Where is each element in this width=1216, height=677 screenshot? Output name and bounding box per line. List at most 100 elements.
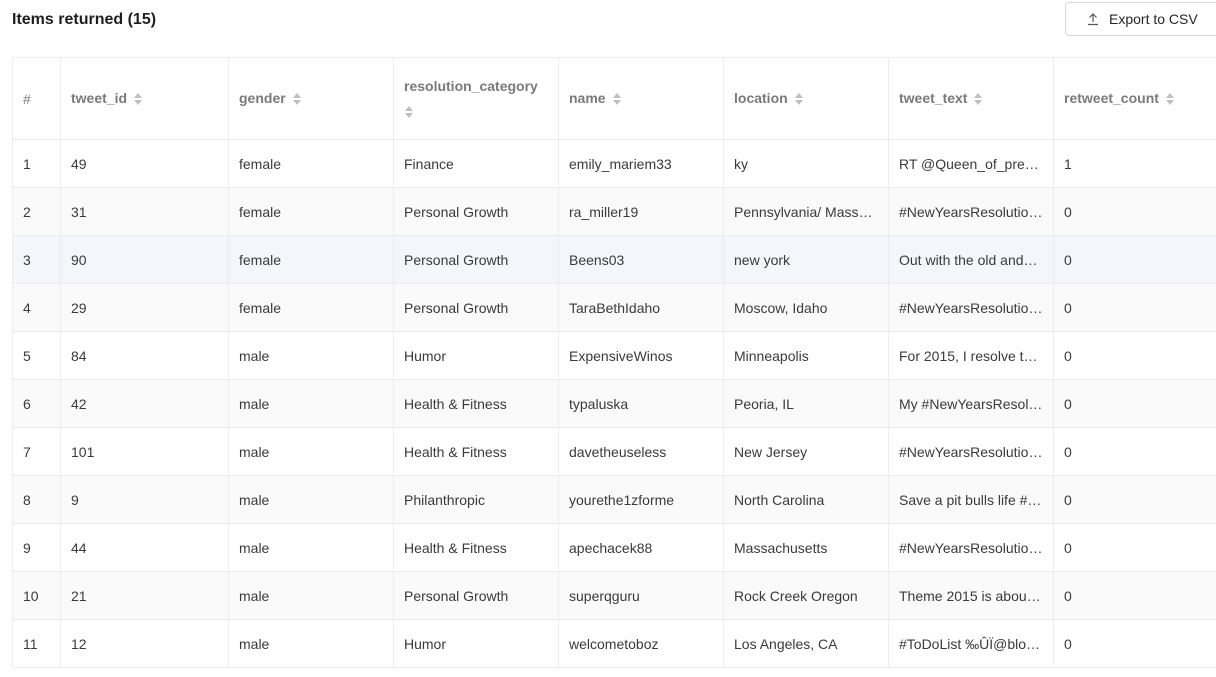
cell-name: ra_miller19 [559,188,724,236]
cell-gender: male [229,620,394,668]
cell-location: North Carolina [724,476,889,524]
cell-index: 6 [13,380,61,428]
cell-resolution-category: Finance [394,140,559,188]
cell-tweet-text: Save a pit bulls life #… [889,476,1054,524]
cell-gender: male [229,524,394,572]
cell-name: TaraBethIdaho [559,284,724,332]
cell-gender: female [229,140,394,188]
sort-icon[interactable] [612,92,622,106]
cell-resolution-category: Philanthropic [394,476,559,524]
cell-tweet-id: 49 [61,140,229,188]
cell-tweet-id: 31 [61,188,229,236]
cell-tweet-id: 29 [61,284,229,332]
results-table: # tweet_id gender resolution_category na… [12,57,1216,668]
results-header: Items returned (15) Export to CSV [0,0,1216,40]
cell-resolution-category: Personal Growth [394,284,559,332]
cell-gender: male [229,332,394,380]
column-header-resolution-category[interactable]: resolution_category [394,58,559,140]
cell-resolution-category: Personal Growth [394,572,559,620]
table-row: 3 90 female Personal Growth Beens03 new … [13,236,1216,284]
cell-name: emily_mariem33 [559,140,724,188]
cell-index: 2 [13,188,61,236]
cell-retweet-count: 0 [1054,476,1216,524]
cell-resolution-category: Health & Fitness [394,524,559,572]
column-header-retweet-count[interactable]: retweet_count [1054,58,1216,140]
column-header-gender[interactable]: gender [229,58,394,140]
cell-index: 7 [13,428,61,476]
cell-gender: female [229,284,394,332]
cell-name: apechacek88 [559,524,724,572]
cell-index: 4 [13,284,61,332]
table-header-row: # tweet_id gender resolution_category na… [13,58,1216,140]
cell-name: typaluska [559,380,724,428]
cell-index: 11 [13,620,61,668]
cell-retweet-count: 0 [1054,332,1216,380]
table-row: 8 9 male Philanthropic yourethe1zforme N… [13,476,1216,524]
cell-location: new york [724,236,889,284]
cell-resolution-category: Personal Growth [394,236,559,284]
cell-index: 3 [13,236,61,284]
cell-location: Minneapolis [724,332,889,380]
items-returned-title: Items returned (15) [12,11,156,29]
cell-tweet-id: 90 [61,236,229,284]
cell-gender: female [229,236,394,284]
cell-index: 10 [13,572,61,620]
cell-tweet-id: 21 [61,572,229,620]
cell-gender: male [229,428,394,476]
cell-resolution-category: Personal Growth [394,188,559,236]
cell-tweet-id: 101 [61,428,229,476]
cell-retweet-count: 0 [1054,236,1216,284]
column-header-tweet-text[interactable]: tweet_text [889,58,1054,140]
sort-icon[interactable] [292,92,302,106]
table-row: 6 42 male Health & Fitness typaluska Peo… [13,380,1216,428]
cell-tweet-id: 9 [61,476,229,524]
cell-index: 5 [13,332,61,380]
cell-tweet-text: #ToDoList ‰ÛÏ@blo… [889,620,1054,668]
table-row: 10 21 male Personal Growth superqguru Ro… [13,572,1216,620]
cell-tweet-id: 12 [61,620,229,668]
cell-retweet-count: 0 [1054,572,1216,620]
table-row: 1 49 female Finance emily_mariem33 ky RT… [13,140,1216,188]
column-header-location[interactable]: location [724,58,889,140]
sort-icon[interactable] [1165,92,1175,106]
cell-name: welcometoboz [559,620,724,668]
upload-icon [1086,12,1100,26]
cell-resolution-category: Humor [394,332,559,380]
cell-name: superqguru [559,572,724,620]
sort-icon[interactable] [133,92,143,106]
cell-tweet-text: For 2015, I resolve t… [889,332,1054,380]
cell-name: Beens03 [559,236,724,284]
cell-name: yourethe1zforme [559,476,724,524]
cell-gender: male [229,380,394,428]
column-header-name[interactable]: name [559,58,724,140]
table-row: 5 84 male Humor ExpensiveWinos Minneapol… [13,332,1216,380]
table-row: 2 31 female Personal Growth ra_miller19 … [13,188,1216,236]
cell-retweet-count: 0 [1054,428,1216,476]
cell-tweet-text: #NewYearsResolutio… [889,284,1054,332]
cell-location: Massachusetts [724,524,889,572]
table-row: 7 101 male Health & Fitness davetheusele… [13,428,1216,476]
cell-index: 9 [13,524,61,572]
cell-tweet-id: 44 [61,524,229,572]
sort-icon[interactable] [973,92,983,106]
cell-tweet-text: #NewYearsResolutio… [889,428,1054,476]
table-row: 11 12 male Humor welcometoboz Los Angele… [13,620,1216,668]
column-header-tweet-id[interactable]: tweet_id [61,58,229,140]
cell-location: Los Angeles, CA [724,620,889,668]
cell-resolution-category: Humor [394,620,559,668]
cell-name: ExpensiveWinos [559,332,724,380]
cell-tweet-text: #NewYearsResolutio… [889,188,1054,236]
sort-icon[interactable] [794,92,804,106]
cell-retweet-count: 0 [1054,620,1216,668]
column-header-index: # [13,58,61,140]
cell-location: Pennsylvania/ Mass… [724,188,889,236]
cell-retweet-count: 0 [1054,188,1216,236]
sort-icon[interactable] [404,105,414,119]
cell-location: ky [724,140,889,188]
export-csv-label: Export to CSV [1109,11,1198,27]
cell-tweet-id: 84 [61,332,229,380]
export-csv-button[interactable]: Export to CSV [1065,2,1216,36]
cell-tweet-text: Out with the old and… [889,236,1054,284]
table-row: 4 29 female Personal Growth TaraBethIdah… [13,284,1216,332]
cell-location: Moscow, Idaho [724,284,889,332]
